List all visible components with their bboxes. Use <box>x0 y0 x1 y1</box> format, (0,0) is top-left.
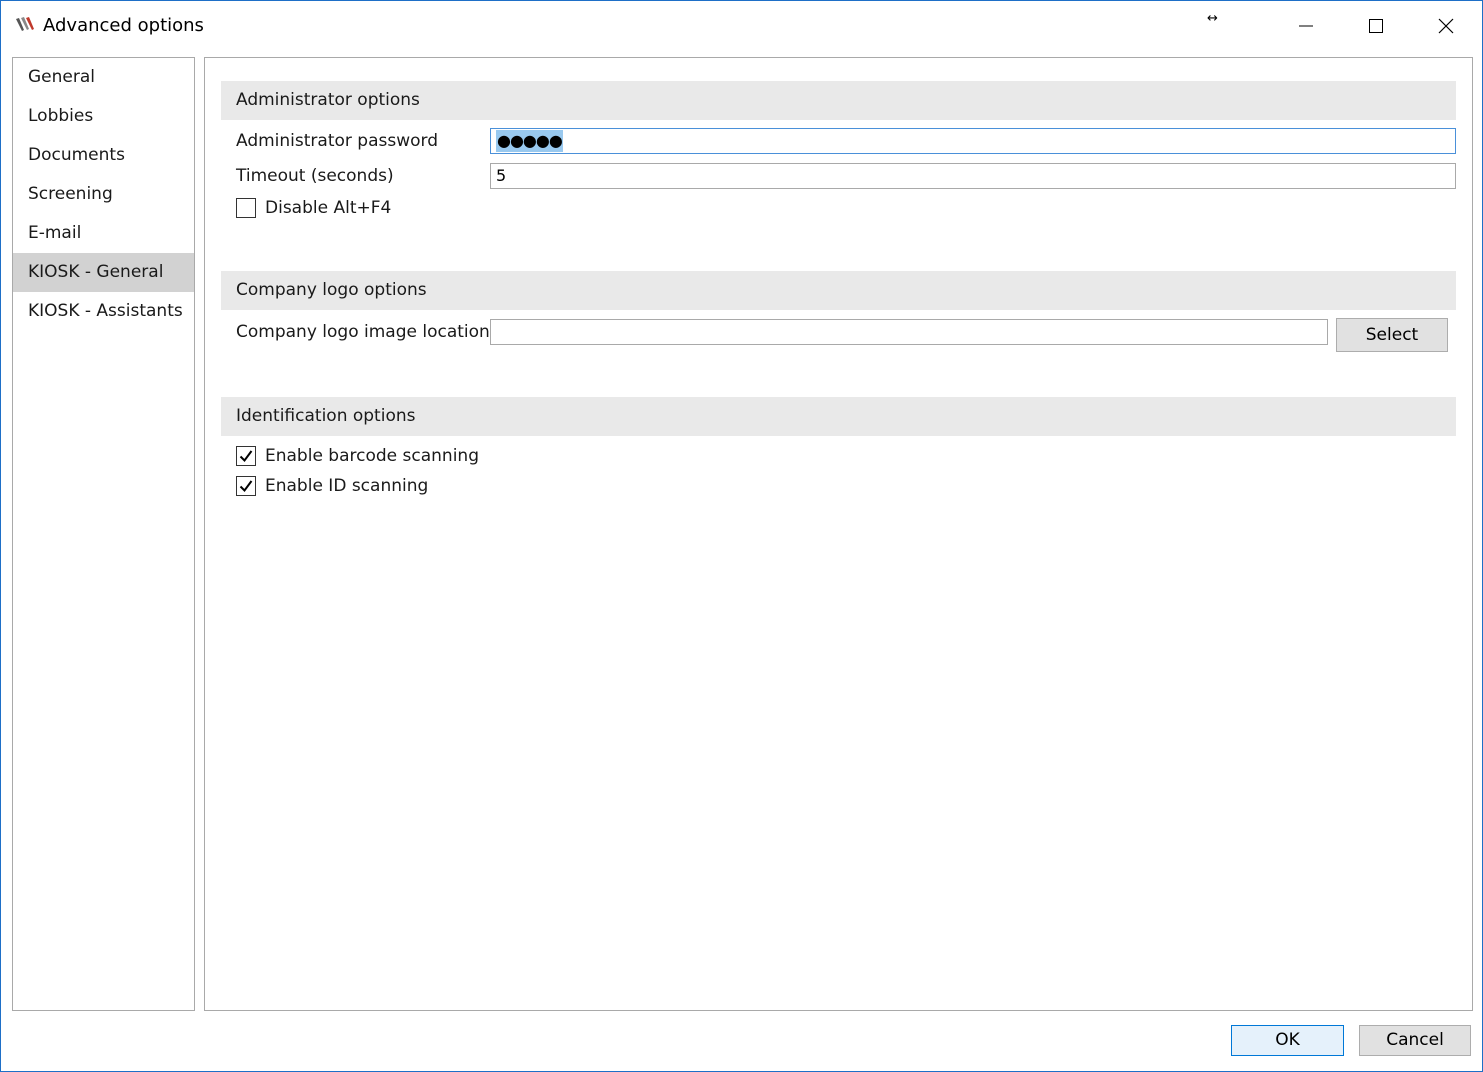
company-logo-location-label: Company logo image location <box>236 322 490 342</box>
sidebar-item-label: General <box>28 67 95 87</box>
company-logo-location-field[interactable] <box>490 319 1328 345</box>
administrator-options-header: Administrator options <box>221 81 1456 120</box>
window-title: Advanced options <box>43 15 204 36</box>
disable-altf4-checkbox[interactable] <box>236 198 256 218</box>
timeout-label: Timeout (seconds) <box>236 166 394 186</box>
minimize-button[interactable] <box>1271 1 1341 51</box>
timeout-field[interactable]: 5 <box>490 163 1456 189</box>
resize-cursor-icon: ↔ <box>1207 11 1218 26</box>
disable-altf4-label: Disable Alt+F4 <box>265 198 392 218</box>
checkmark-icon <box>239 480 253 493</box>
identification-options-header: Identification options <box>221 397 1456 436</box>
sidebar-item-kiosk-assistants[interactable]: KIOSK - Assistants <box>13 292 194 331</box>
sidebar-item-screening[interactable]: Screening <box>13 175 194 214</box>
barcode-scanning-checkbox-row[interactable]: Enable barcode scanning <box>236 446 479 466</box>
id-scanning-checkbox-row[interactable]: Enable ID scanning <box>236 476 428 496</box>
sidebar-item-label: KIOSK - Assistants <box>28 301 183 321</box>
company-logo-options-header: Company logo options <box>221 271 1456 310</box>
cancel-button[interactable]: Cancel <box>1359 1025 1471 1056</box>
disable-altf4-checkbox-row[interactable]: Disable Alt+F4 <box>236 198 391 218</box>
sidebar-item-kiosk-general[interactable]: KIOSK - General <box>13 253 194 292</box>
advanced-options-window: Advanced options ↔ General Lobbies Docum… <box>0 0 1483 1072</box>
options-category-list: General Lobbies Documents Screening E-ma… <box>12 57 195 1011</box>
close-button[interactable] <box>1411 1 1481 51</box>
maximize-button[interactable] <box>1341 1 1411 51</box>
sidebar-item-label: Screening <box>28 184 113 204</box>
sidebar-item-label: Documents <box>28 145 125 165</box>
administrator-password-label: Administrator password <box>236 131 438 151</box>
barcode-scanning-checkbox[interactable] <box>236 446 256 466</box>
app-logo-icon <box>16 17 34 31</box>
sidebar-item-lobbies[interactable]: Lobbies <box>13 97 194 136</box>
select-logo-button[interactable]: Select <box>1336 318 1448 352</box>
ok-button[interactable]: OK <box>1231 1025 1344 1056</box>
id-scanning-checkbox[interactable] <box>236 476 256 496</box>
sidebar-item-label: E-mail <box>28 223 82 243</box>
title-bar[interactable]: Advanced options ↔ <box>1 1 1482 51</box>
sidebar-item-label: KIOSK - General <box>28 262 164 282</box>
sidebar-item-email[interactable]: E-mail <box>13 214 194 253</box>
sidebar-item-label: Lobbies <box>28 106 94 126</box>
id-scanning-label: Enable ID scanning <box>265 476 429 496</box>
minimize-icon <box>1299 25 1313 27</box>
checkmark-icon <box>239 450 253 463</box>
sidebar-item-general[interactable]: General <box>13 58 194 97</box>
options-panel: Administrator options Administrator pass… <box>204 57 1473 1011</box>
timeout-value: 5 <box>496 166 507 185</box>
administrator-password-field[interactable]: ●●●●● <box>490 128 1456 154</box>
sidebar-item-documents[interactable]: Documents <box>13 136 194 175</box>
barcode-scanning-label: Enable barcode scanning <box>265 446 479 466</box>
password-mask: ●●●●● <box>496 130 563 152</box>
maximize-icon <box>1369 19 1383 33</box>
close-icon <box>1438 18 1454 34</box>
